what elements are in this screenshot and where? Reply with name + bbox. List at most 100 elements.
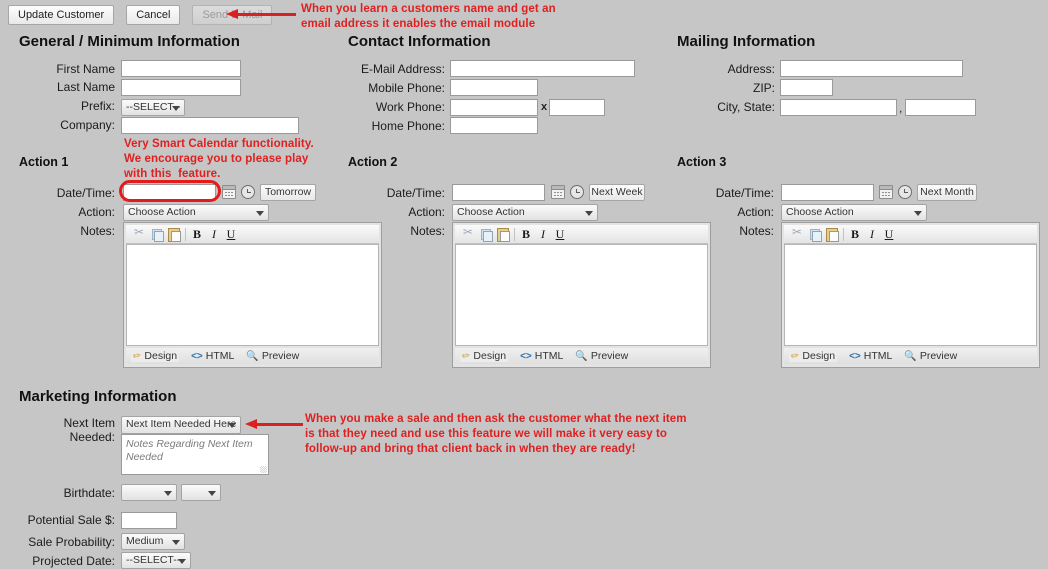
action-2-datetime-input[interactable] [452, 184, 545, 201]
cut-icon[interactable] [462, 225, 476, 241]
city-input[interactable] [780, 99, 897, 116]
mobile-phone-label: Mobile Phone: [368, 81, 445, 95]
birthdate-day-select[interactable] [181, 484, 221, 501]
tab-html[interactable]: <> HTML [191, 350, 234, 362]
action-3-quick-date-button[interactable]: Next Month [917, 184, 977, 201]
tab-html[interactable]: <> HTML [520, 350, 563, 362]
first-name-label: First Name [56, 62, 115, 76]
home-phone-input[interactable] [450, 117, 538, 134]
action-3-action-label: Action: [737, 205, 774, 219]
calendar-icon[interactable] [222, 185, 236, 199]
birthdate-month-select[interactable] [121, 484, 177, 501]
copy-icon[interactable] [808, 227, 822, 242]
projected-date-select[interactable]: --SELECT-- [121, 552, 191, 569]
format-tool-group: B I U [186, 226, 242, 243]
italic-icon[interactable]: I [536, 227, 550, 242]
clock-icon[interactable] [241, 185, 255, 199]
paste-icon[interactable] [167, 227, 181, 242]
clipboard-tool-group [787, 225, 843, 243]
tab-preview[interactable]: 🔍 Preview [904, 350, 957, 362]
copy-icon[interactable] [150, 227, 164, 242]
underline-icon[interactable]: U [224, 227, 238, 242]
cancel-button[interactable]: Cancel [126, 5, 181, 25]
bold-icon[interactable]: B [848, 227, 862, 242]
action-1-notes-body[interactable] [126, 244, 379, 346]
mobile-phone-input[interactable] [450, 79, 538, 96]
tab-html-label: HTML [205, 350, 235, 362]
action-2-notes-editor[interactable]: B I U ✏Design <>HTML 🔍Preview [452, 222, 711, 368]
zip-label: ZIP: [752, 81, 775, 95]
tab-preview-label: Preview [261, 350, 300, 362]
tab-design[interactable]: ✏ Design [789, 350, 838, 362]
potential-sale-input[interactable] [121, 512, 177, 529]
work-phone-input[interactable] [450, 99, 538, 116]
paste-icon[interactable] [825, 227, 839, 242]
resize-grip-icon[interactable] [260, 466, 267, 473]
first-name-input[interactable] [121, 60, 241, 77]
chevron-down-icon [178, 559, 186, 564]
clock-icon[interactable] [898, 185, 912, 199]
chevron-down-icon [172, 540, 180, 545]
clipboard-tool-group [458, 225, 514, 243]
next-item-needed-notes-textarea[interactable]: Notes Regarding Next Item Needed [121, 434, 269, 475]
company-input[interactable] [121, 117, 299, 134]
editor-toolbar: B I U [784, 225, 1037, 244]
action-1-quick-date-button[interactable]: Tomorrow [260, 184, 316, 201]
action-2-quick-date-button[interactable]: Next Week [589, 184, 645, 201]
prefix-label: Prefix: [80, 99, 115, 113]
tab-design[interactable]: ✏ Design [131, 350, 180, 362]
tab-design-label: Design [144, 350, 178, 362]
email-address-input[interactable] [450, 60, 635, 77]
action-3-action-select[interactable]: Choose Action [781, 204, 927, 221]
cut-icon[interactable] [791, 225, 805, 241]
last-name-input[interactable] [121, 79, 241, 96]
action-3-notes-editor[interactable]: B I U ✏Design <>HTML 🔍Preview [781, 222, 1040, 368]
action-3-title: Action 3 [677, 155, 727, 169]
home-phone-label: Home Phone: [371, 119, 445, 133]
next-item-needed-select[interactable]: Next Item Needed Here [121, 416, 241, 434]
projected-date-value: --SELECT-- [126, 554, 181, 566]
chevron-down-icon [208, 491, 216, 496]
underline-icon[interactable]: U [553, 227, 567, 242]
action-1-datetime-input[interactable] [123, 184, 216, 201]
update-customer-button[interactable]: Update Customer [8, 5, 115, 25]
state-input[interactable] [905, 99, 976, 116]
tab-preview-label: Preview [590, 350, 629, 362]
work-phone-extension-input[interactable] [549, 99, 605, 116]
sale-probability-select[interactable]: Medium [121, 533, 185, 550]
code-icon: <> [520, 350, 532, 362]
zip-input[interactable] [780, 79, 833, 96]
action-3-notes-body[interactable] [784, 244, 1037, 346]
bold-icon[interactable]: B [190, 227, 204, 242]
tab-preview[interactable]: 🔍 Preview [575, 350, 628, 362]
italic-icon[interactable]: I [865, 227, 879, 242]
action-2-notes-body[interactable] [455, 244, 708, 346]
italic-icon[interactable]: I [207, 227, 221, 242]
action-1-datetime-label: Date/Time: [56, 186, 115, 200]
chevron-down-icon [914, 211, 922, 216]
cut-icon[interactable] [133, 225, 147, 241]
calendar-icon[interactable] [551, 185, 565, 199]
action-3-datetime-input[interactable] [781, 184, 874, 201]
birthdate-label: Birthdate: [63, 486, 115, 500]
prefix-select[interactable]: --SELECT-- [121, 99, 185, 116]
tab-preview[interactable]: 🔍 Preview [246, 350, 299, 362]
action-2-action-select[interactable]: Choose Action [452, 204, 598, 221]
action-1-notes-editor[interactable]: B I U ✏Design <>HTML 🔍Preview [123, 222, 382, 368]
clock-icon[interactable] [570, 185, 584, 199]
tab-design-label: Design [802, 350, 836, 362]
copy-icon[interactable] [479, 227, 493, 242]
tab-design[interactable]: ✏ Design [460, 349, 509, 363]
next-item-annotation-text: When you make a sale and then ask the cu… [305, 413, 687, 455]
underline-icon[interactable]: U [882, 227, 896, 242]
action-1-action-select[interactable]: Choose Action [123, 204, 269, 221]
calendar-icon[interactable] [879, 185, 893, 199]
pencil-icon: ✏ [461, 349, 472, 363]
chevron-down-icon [172, 106, 180, 111]
action-2-datetime-label: Date/Time: [386, 186, 445, 200]
paste-icon[interactable] [496, 227, 510, 242]
bold-icon[interactable]: B [519, 227, 533, 242]
action-3-action-value: Choose Action [786, 206, 854, 218]
address-input[interactable] [780, 60, 963, 77]
tab-html[interactable]: <> HTML [849, 350, 892, 362]
